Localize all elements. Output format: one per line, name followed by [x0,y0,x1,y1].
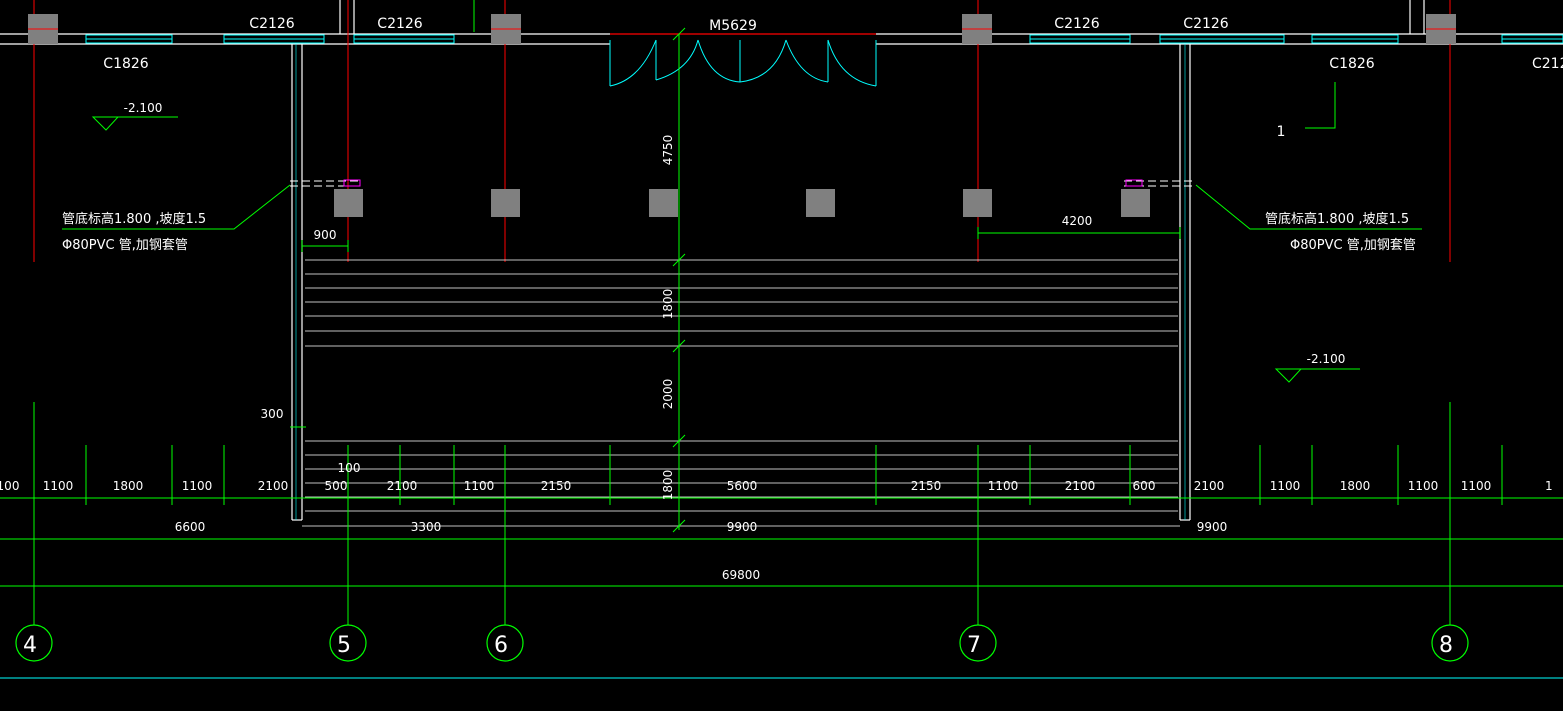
row-dimension-text: 1100 [464,479,495,493]
span-dimension-text: 3300 [411,520,442,534]
window-label: C212 [1532,56,1563,72]
pipe-note-elevation: 管底标高1.800 ,坡度1.5 [1265,211,1409,227]
column [963,189,992,217]
row-dimension-text: 2100 [1065,479,1096,493]
row-dimension-text: 600 [1133,479,1156,493]
row-dimension-text: 2100 [387,479,418,493]
row-dimension-text: 1100 [1270,479,1301,493]
axis-label: 6 [494,633,508,658]
row-dimension-text: 1100 [43,479,74,493]
row-dimension-text: 1800 [113,479,144,493]
row-dimension-text: 1100 [182,479,213,493]
vertical-dimension-text: 2000 [661,379,675,410]
level-mark-text: -2.100 [1307,352,1346,366]
span-dimension-text: 9900 [727,520,758,534]
row-dimension-text: 2100 [258,479,289,493]
level-mark-text: -2.100 [124,101,163,115]
row-dimension-text: 1100 [1408,479,1439,493]
row-dimension-text: 2150 [541,479,572,493]
window-label: C2126 [249,16,294,32]
vertical-dimension-text: 1800 [661,289,675,320]
pipe-note-material: Φ80PVC 管,加钢套管 [1290,237,1416,253]
dimension-text: 900 [314,228,337,242]
axis-label: 5 [337,633,351,658]
dimension-text: 4200 [1062,214,1093,228]
column [334,189,363,217]
span-dimension-text: 6600 [175,520,206,534]
window-label: C2126 [1183,16,1228,32]
row-dimension-text: 5600 [727,479,758,493]
vertical-dimension-text: 1800 [661,470,675,501]
column [806,189,835,217]
axis-label: 7 [967,633,981,658]
dimension-text: 100 [338,461,361,475]
row-dimension-text: 100 [0,479,19,493]
pipe-note-material: Φ80PVC 管,加钢套管 [62,237,188,253]
total-dimension-text: 69800 [722,568,760,582]
row-dimension-text: 2150 [911,479,942,493]
span-dimension-text: 9900 [1197,520,1228,534]
pipe-note-elevation: 管底标高1.800 ,坡度1.5 [62,211,206,227]
column [649,189,678,217]
window-label: C2126 [1054,16,1099,32]
row-dimension-text: 2100 [1194,479,1225,493]
column [1121,189,1150,217]
row-dimension-text: 1 [1545,479,1553,493]
vertical-dimension-text: 4750 [661,135,675,166]
column [491,189,520,217]
dimension-text: 300 [261,407,284,421]
section-mark-text: 1 [1277,124,1286,140]
row-dimension-text: 1800 [1340,479,1371,493]
window-label: C1826 [1329,56,1374,72]
cad-drawing-canvas[interactable]: C2126 C2126 C2126 C2126 C1826 C1826 C212… [0,0,1563,711]
window-label: C2126 [377,16,422,32]
row-dimension-text: 1100 [988,479,1019,493]
row-dimension-text: 1100 [1461,479,1492,493]
row-dimension-text: 500 [325,479,348,493]
axis-label: 4 [23,633,37,658]
axis-label: 8 [1439,633,1453,658]
window-label: C1826 [103,56,148,72]
door-label: M5629 [709,18,757,34]
